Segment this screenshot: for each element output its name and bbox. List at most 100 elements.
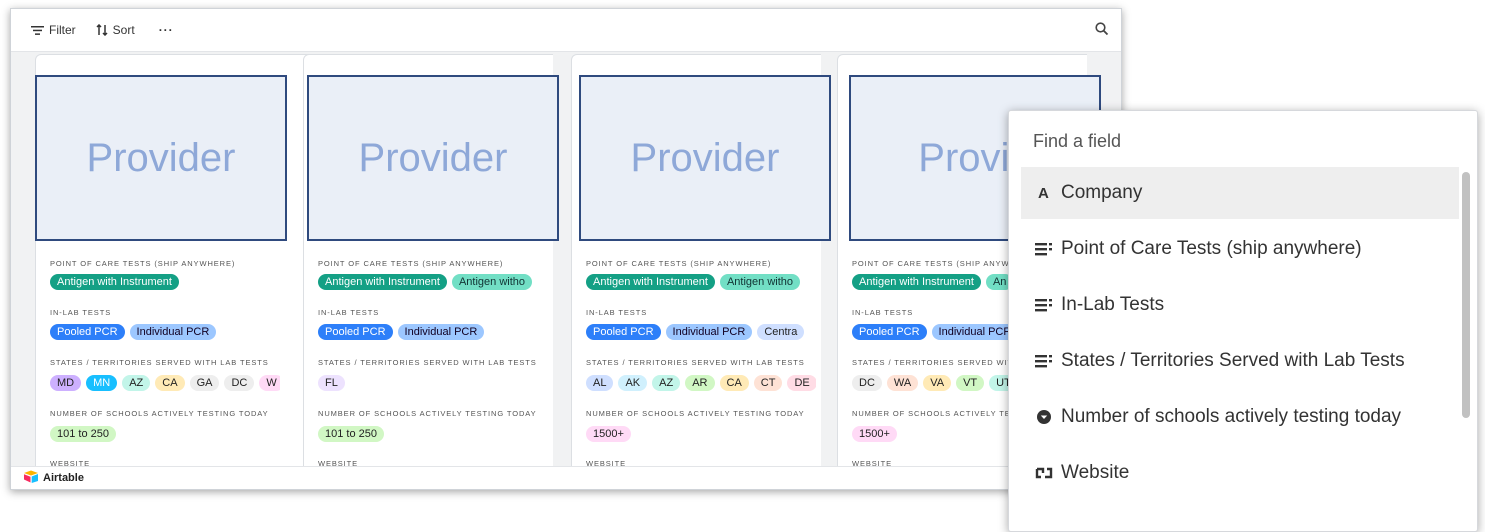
lab-tags: Pooled PCR Individual PCR Centra <box>586 324 816 340</box>
field-option-label: In-Lab Tests <box>1061 294 1165 315</box>
multi-select-icon <box>1031 297 1057 313</box>
single-select-icon <box>1031 409 1057 425</box>
tag-pill: 101 to 250 <box>318 426 384 442</box>
tag-pill: CT <box>753 375 783 391</box>
lab-field-label: IN-LAB TESTS <box>318 308 380 317</box>
tag-pill: VA <box>923 375 952 391</box>
schools-field-label: NUMBER OF SCHOOLS ACTIVELY TESTING TODAY <box>586 409 805 418</box>
field-option-label: Number of schools actively testing today <box>1061 406 1402 427</box>
tag-pill: Antigen with Instrument <box>586 274 715 290</box>
tag-pill: 1500+ <box>586 426 631 442</box>
tag-pill: 1500+ <box>852 426 897 442</box>
tag-pill: AR <box>685 375 715 391</box>
field-option-label: Point of Care Tests (ship anywhere) <box>1061 238 1362 259</box>
tag-pill: Centra <box>757 324 805 340</box>
filter-icon <box>31 25 44 36</box>
tag-pill: AZ <box>122 375 151 391</box>
sort-label: Sort <box>112 23 135 37</box>
field-option-label: Website <box>1061 462 1130 483</box>
tag-pill: AZ <box>652 375 681 391</box>
gallery-view: POINT OF CARE TESTS (SHIP ANYWHERE) Anti… <box>11 51 1121 468</box>
tag-pill: Antigen with Instrument <box>50 274 179 290</box>
tag-pill: MD <box>50 375 82 391</box>
tag-pill: WA <box>886 375 919 391</box>
more-options-button[interactable]: ··· <box>159 23 174 37</box>
tag-pill: 101 to 250 <box>50 426 116 442</box>
tag-pill: Pooled PCR <box>318 324 393 340</box>
field-option-in-lab-tests[interactable]: In-Lab Tests <box>1021 279 1459 331</box>
tag-pill: Antigen with Instrument <box>852 274 981 290</box>
tag-pill: Antigen witho <box>719 274 800 290</box>
cover-image-placeholder: Provider <box>35 75 287 241</box>
tag-pill: Individual PCR <box>397 324 485 340</box>
tag-pill: CA <box>719 375 749 391</box>
states-tags: MD MN AZ CA GA DC W <box>50 375 280 391</box>
states-field-label: STATES / TERRITORIES SERVED WITH LAB TES… <box>318 358 537 367</box>
tag-pill: Individual PCR <box>931 324 1019 340</box>
tag-pill: DC <box>224 375 255 391</box>
sort-icon <box>96 24 108 36</box>
field-option-company[interactable]: A Company <box>1021 167 1459 219</box>
tag-pill: Individual PCR <box>129 324 217 340</box>
tag-pill: DC <box>852 375 882 391</box>
sort-button[interactable]: Sort <box>96 23 135 37</box>
schools-tags: 101 to 250 <box>318 426 548 442</box>
tag-pill: VT <box>956 375 985 391</box>
tag-pill: Pooled PCR <box>586 324 661 340</box>
tag-pill: AL <box>586 375 614 391</box>
multi-select-icon <box>1031 353 1057 369</box>
picker-scrollbar[interactable] <box>1462 172 1470 418</box>
lab-field-label: IN-LAB TESTS <box>50 308 112 317</box>
search-icon[interactable] <box>1095 22 1109 39</box>
cover-image-placeholder: Provider <box>579 75 831 241</box>
airtable-brand[interactable]: Airtable <box>43 472 84 484</box>
tag-pill: Antigen with Instrument <box>318 274 447 290</box>
lab-field-label: IN-LAB TESTS <box>586 308 648 317</box>
tag-pill: Pooled PCR <box>50 324 125 340</box>
schools-tags: 1500+ <box>586 426 816 442</box>
footer: Airtable <box>11 466 1121 489</box>
field-option-poc-tests[interactable]: Point of Care Tests (ship anywhere) <box>1021 223 1459 275</box>
airtable-logo-icon <box>23 470 39 486</box>
field-option-schools[interactable]: Number of schools actively testing today <box>1021 391 1459 443</box>
tag-pill: CA <box>155 375 185 391</box>
tag-pill: AK <box>618 375 648 391</box>
lab-field-label: IN-LAB TESTS <box>852 308 914 317</box>
toolbar: Filter Sort ··· <box>11 9 1121 51</box>
multi-select-icon <box>1031 241 1057 257</box>
poc-tags: Antigen with Instrument Antigen witho <box>586 274 816 290</box>
states-field-label: STATES / TERRITORIES SERVED WITH LAB TES… <box>586 358 805 367</box>
states-tags: FL <box>318 375 548 391</box>
tag-pill: GA <box>189 375 220 391</box>
tag-pill: MN <box>86 375 118 391</box>
poc-field-label: POINT OF CARE TESTS (SHIP ANYWHERE) <box>318 259 504 268</box>
tag-pill: Antigen witho <box>451 274 532 290</box>
lab-tags: Pooled PCR Individual PCR <box>50 324 280 340</box>
field-picker-popup: Find a field A Company Point of Care Tes… <box>1008 110 1478 532</box>
filter-button[interactable]: Filter <box>31 23 76 37</box>
poc-field-label: POINT OF CARE TESTS (SHIP ANYWHERE) <box>586 259 772 268</box>
poc-field-label: POINT OF CARE TESTS (SHIP ANYWHERE) <box>50 259 236 268</box>
poc-tags: Antigen with Instrument <box>50 274 280 290</box>
tag-pill: DE <box>787 375 816 391</box>
field-option-website[interactable]: Website <box>1021 447 1459 499</box>
text-icon: A <box>1031 185 1057 201</box>
schools-field-label: NUMBER OF SCHOOLS ACTIVELY TESTING TODAY <box>50 409 269 418</box>
lab-tags: Pooled PCR Individual PCR <box>318 324 548 340</box>
poc-tags: Antigen with Instrument Antigen witho <box>318 274 548 290</box>
find-field-input[interactable]: Find a field <box>1033 131 1121 152</box>
field-option-states[interactable]: States / Territories Served with Lab Tes… <box>1021 335 1459 387</box>
schools-tags: 101 to 250 <box>50 426 280 442</box>
field-option-label: States / Territories Served with Lab Tes… <box>1061 350 1405 371</box>
tag-pill: W <box>259 375 280 391</box>
filter-label: Filter <box>49 23 76 37</box>
schools-field-label: NUMBER OF SCHOOLS ACTIVELY TESTING TODAY <box>318 409 537 418</box>
states-field-label: STATES / TERRITORIES SERVED WITH LAB TES… <box>50 358 269 367</box>
states-tags: AL AK AZ AR CA CT DE <box>586 375 816 391</box>
cover-image-placeholder: Provider <box>307 75 559 241</box>
tag-pill: Pooled PCR <box>852 324 927 340</box>
field-option-label: Company <box>1061 182 1143 203</box>
svg-text:A: A <box>1038 185 1049 201</box>
tag-pill: Individual PCR <box>665 324 753 340</box>
airtable-window: Filter Sort ··· POINT OF CARE TESTS (SHI… <box>10 8 1122 490</box>
